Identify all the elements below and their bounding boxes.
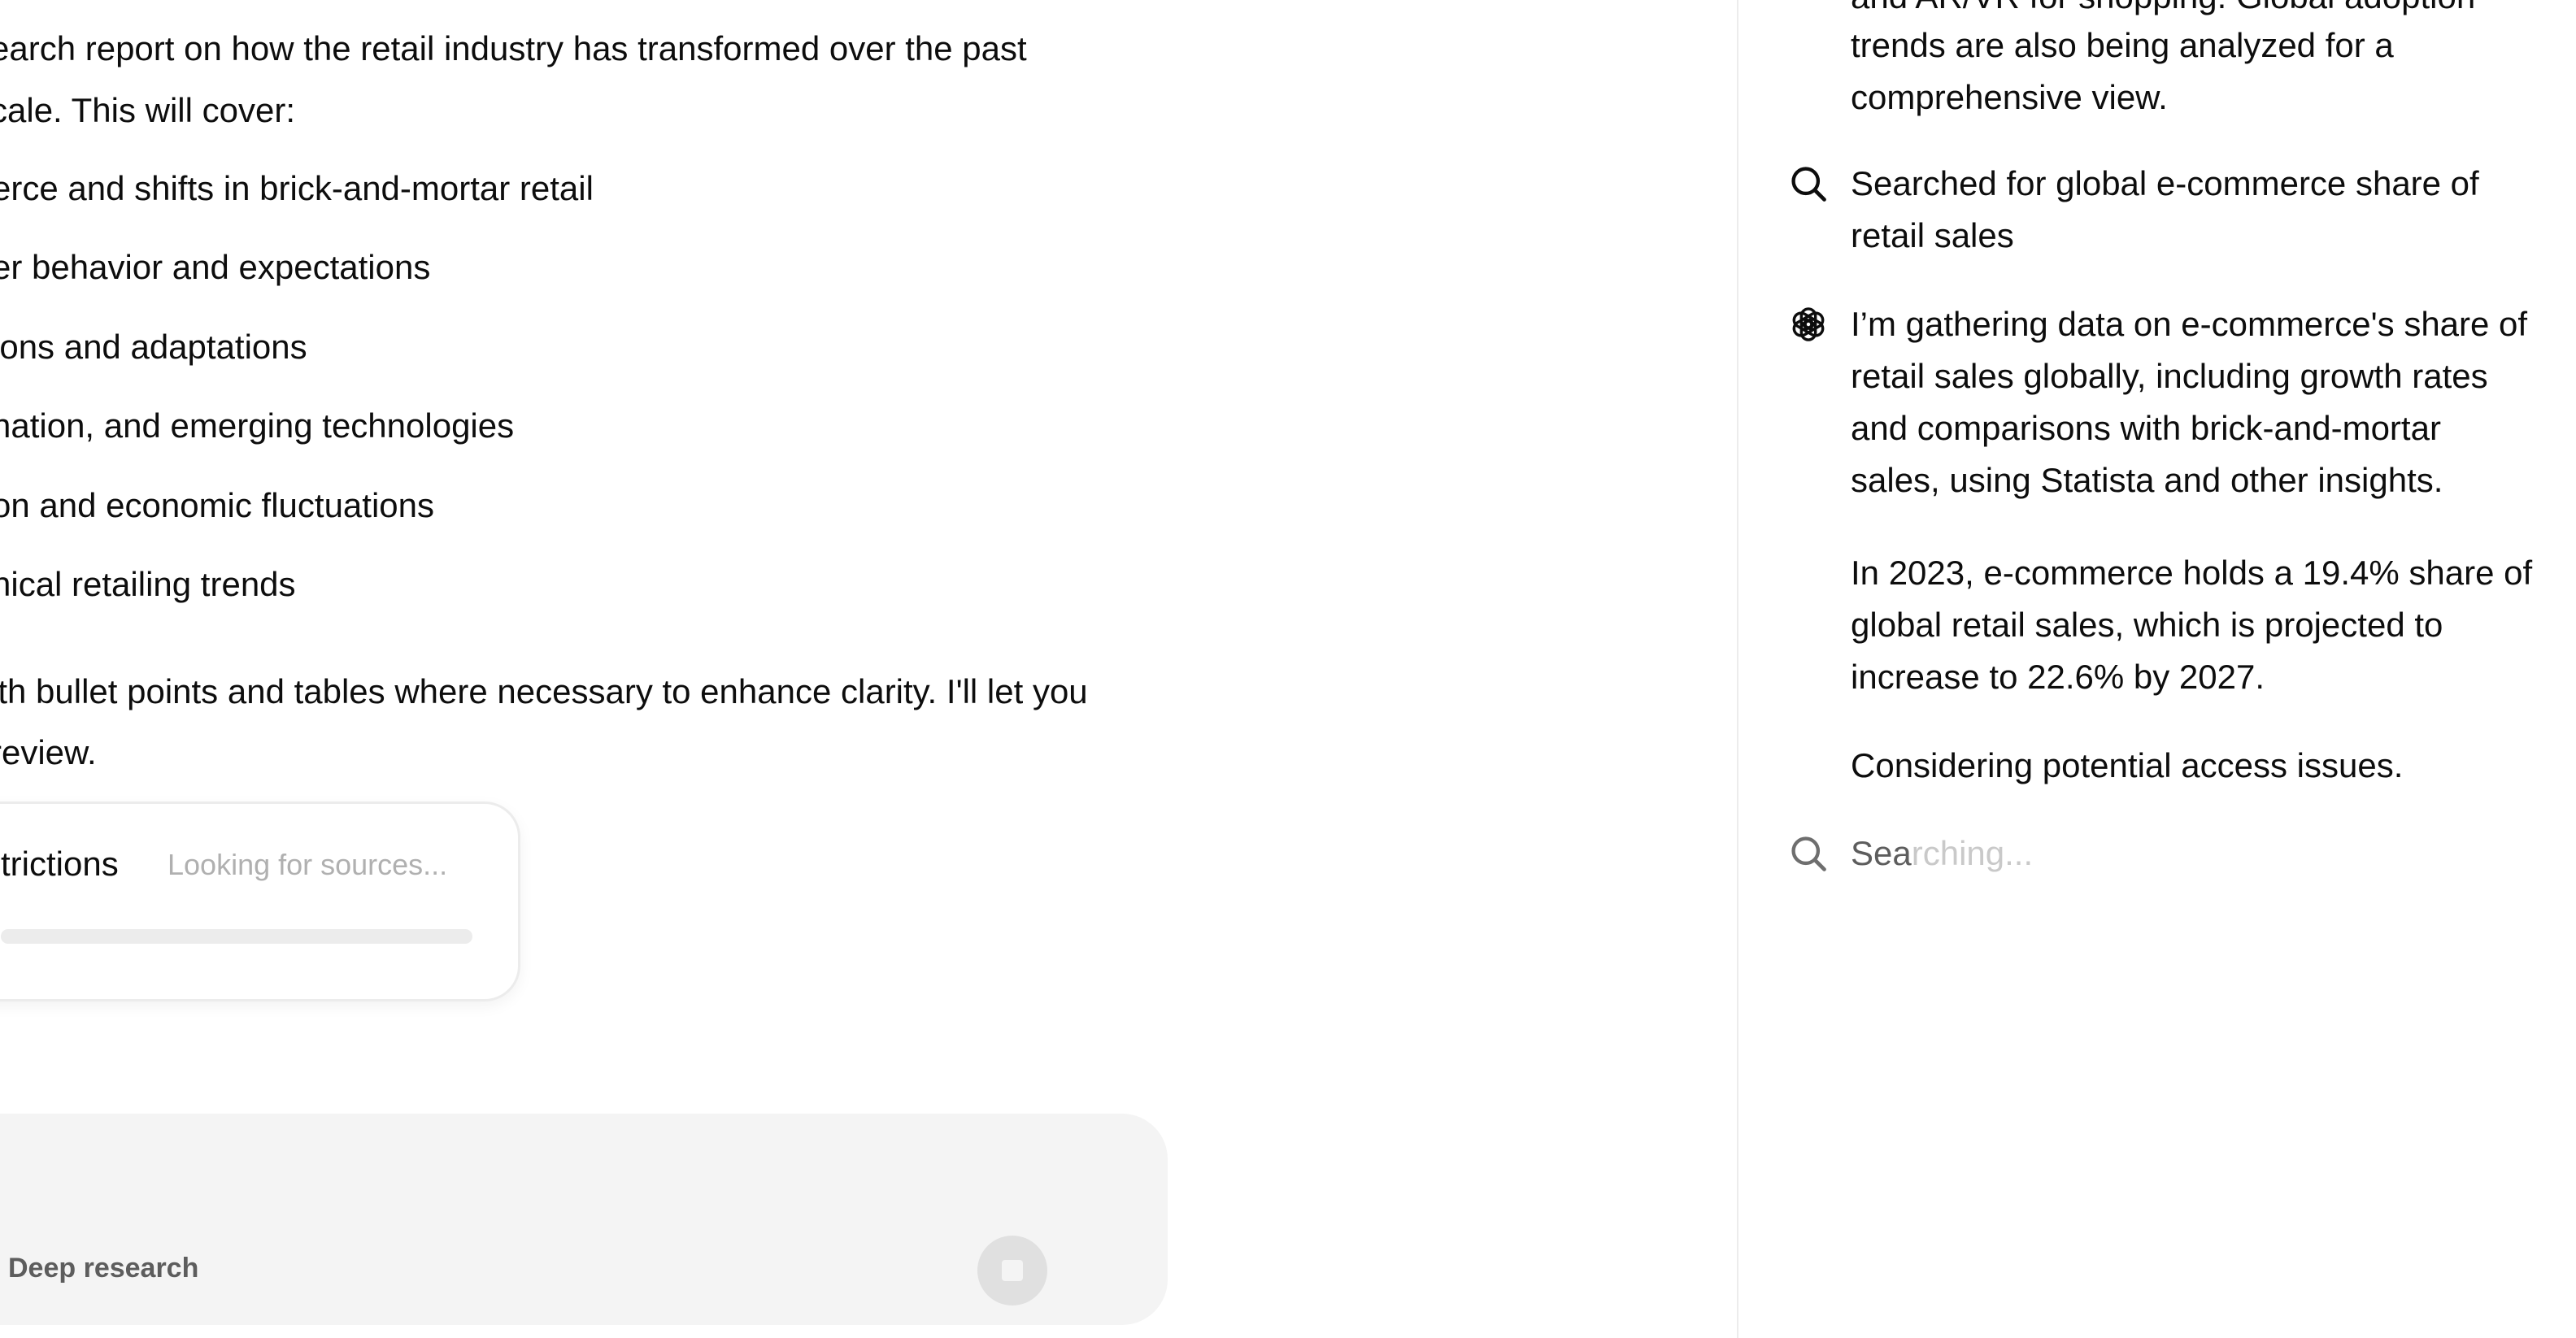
chat-panel: earch report on how the retail industry …: [0, 0, 1737, 1338]
activity-reasoning-text: sales, using Statista and other insights…: [1851, 461, 2443, 499]
activity-reasoning-text: Considering potential access issues.: [1851, 746, 2404, 784]
message-line: ith bullet points and tables where neces…: [0, 672, 1088, 710]
research-card-status: Looking for sources...: [168, 848, 448, 881]
list-item: ions and adaptations: [0, 328, 307, 366]
activity-reasoning-text: global retail sales, which is projected …: [1851, 606, 2443, 644]
list-item: nation, and emerging technologies: [0, 406, 515, 445]
stop-square-icon: [1002, 1260, 1023, 1281]
message-line: earch report on how the retail industry …: [0, 29, 1027, 67]
list-item: hical retailing trends: [0, 565, 296, 603]
list-item: on and economic fluctuations: [0, 486, 435, 524]
list-item: er behavior and expectations: [0, 248, 431, 286]
activity-search-text: retail sales: [1851, 216, 2014, 254]
research-progress-card[interactable]: trictions Looking for sources...: [0, 801, 520, 1001]
activity-search-text: Searched for global e-commerce share of: [1851, 164, 2479, 202]
deep-research-toggle[interactable]: Deep research: [8, 1249, 198, 1288]
research-progress-bar: [1, 929, 472, 944]
activity-reasoning-text: retail sales globally, including growth …: [1851, 357, 2488, 395]
message-composer[interactable]: Deep research: [0, 1114, 1168, 1325]
activity-reasoning-text: increase to 22.6% by 2027.: [1851, 658, 2265, 696]
activity-searching-status: Searching...: [1851, 828, 2576, 880]
stop-button[interactable]: [977, 1236, 1047, 1305]
searching-text-lead: Sea: [1851, 834, 1912, 872]
search-icon: [1791, 167, 1826, 202]
message-line: cale. This will cover:: [0, 91, 296, 129]
activity-reasoning-text: and comparisons with brick-and-mortar: [1851, 409, 2441, 447]
research-card-title: trictions: [1, 845, 119, 883]
activity-text: comprehensive view.: [1851, 78, 2168, 116]
search-icon: [1791, 836, 1826, 871]
message-line: review.: [0, 733, 97, 771]
list-item: erce and shifts in brick-and-mortar reta…: [0, 169, 594, 207]
activity-panel[interactable]: and AR/VR for shopping. Global adoption …: [1737, 0, 2576, 1338]
activity-reasoning-text: In 2023, e-commerce holds a 19.4% share …: [1851, 554, 2533, 592]
activity-text: trends are also being analyzed for a: [1851, 26, 2394, 64]
searching-text-rest: rching...: [1911, 834, 2034, 872]
activity-reasoning-text: I’m gathering data on e-commerce's share…: [1851, 305, 2528, 343]
openai-logo-icon: [1792, 307, 1825, 341]
